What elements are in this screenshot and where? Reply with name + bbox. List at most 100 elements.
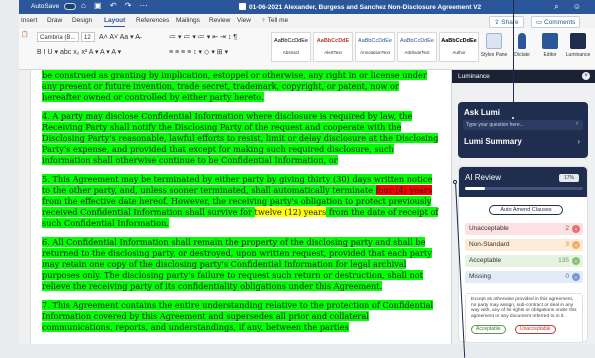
highlight-yellow: twelve (12) years xyxy=(254,207,327,217)
style-attributetext[interactable]: AaBbCcDdEe AttributeText xyxy=(397,32,437,62)
titlebar-right-icons[interactable]: ⌕ ☺ xyxy=(554,2,587,12)
font-tools-row1[interactable]: A˄ A˅ Aa ▾ A̶ xyxy=(99,33,140,41)
lumi-summary-button[interactable]: Lumi Summary xyxy=(464,137,522,146)
document-icon xyxy=(239,3,246,10)
ai-review-header: AI Review 17% xyxy=(459,167,587,197)
panel-title: Luminance xyxy=(458,73,490,80)
style-abstract[interactable]: AaBbCcDdEe Abstract xyxy=(271,32,311,62)
document-title-text: 01-06-2021 Alexander, Burgess and Sanche… xyxy=(249,4,482,11)
style-alerttext[interactable]: AaBbCcDdE AlertText xyxy=(313,32,353,62)
ask-lumi-card: Ask Lumi Type your question here... › Lu… xyxy=(458,102,588,158)
unacceptable-row[interactable]: Unacceptable 2 ⌄ xyxy=(465,223,583,235)
tab-references[interactable]: References xyxy=(136,17,169,24)
style-name: AttributeText xyxy=(404,50,430,55)
document-area[interactable]: be construed as granting by implication,… xyxy=(19,70,451,344)
tab-draw[interactable]: Draw xyxy=(47,17,62,24)
editor-label: Editor xyxy=(543,52,557,58)
font-format-row[interactable]: B I U ▾ abc x₂ x² A ▾ A ▾ A ▾ xyxy=(37,48,121,56)
ai-review-percent: 17% xyxy=(559,174,579,182)
luminance-label: Luminance xyxy=(565,52,591,58)
row-count: 0 xyxy=(565,273,569,280)
comments-button[interactable]: ▭ Comments xyxy=(531,16,581,28)
document-text[interactable]: be construed as granting by implication,… xyxy=(42,70,440,341)
highlight-green: 4. A party may disclose Confidential Inf… xyxy=(42,111,439,165)
ask-lumi-title: Ask Lumi xyxy=(464,108,501,117)
luminance-icon xyxy=(570,33,586,49)
tab-mailings[interactable]: Mailings xyxy=(176,17,200,24)
styles-pane-label: Styles Pane xyxy=(480,52,508,58)
chevron-down-icon[interactable]: ⌄ xyxy=(572,225,580,233)
ai-review-progress-fill xyxy=(465,187,486,190)
ribbon-tabs: Insert Draw Design Layout References Mai… xyxy=(19,14,595,28)
close-icon[interactable]: × xyxy=(582,72,590,80)
paragraph-3-tail[interactable]: be construed as granting by implication,… xyxy=(42,70,440,103)
paragraph-row1[interactable]: ≔ ▾ ≔ ▾ ≔ ▾ ⇤ ⇥ ↕ ¶ xyxy=(169,33,237,41)
document-title: 01-06-2021 Alexander, Burgess and Sanche… xyxy=(239,3,481,11)
paragraph-4[interactable]: 4. A party may disclose Confidential Inf… xyxy=(42,111,440,166)
font-name-select[interactable]: Cambria (B... xyxy=(37,32,79,42)
callout-line-top xyxy=(513,0,514,118)
dictate-label: Dictate xyxy=(514,52,530,58)
clause-card: Except as otherwise provided in this agr… xyxy=(465,293,583,343)
unacceptable-button[interactable]: Unacceptable xyxy=(515,325,556,334)
editor-button[interactable]: Editor xyxy=(535,33,565,58)
highlight-green: 5. This Agreement may be terminated by e… xyxy=(42,174,433,195)
tab-insert[interactable]: Insert xyxy=(21,17,37,24)
tab-design[interactable]: Design xyxy=(72,17,92,24)
style-sample: AaBbCcDdEe xyxy=(274,38,308,44)
ask-lumi-input[interactable]: Type your question here... xyxy=(463,120,583,130)
row-label: Unacceptable xyxy=(469,225,509,232)
missing-row[interactable]: Missing 0 ⌄ xyxy=(465,271,583,283)
editor-icon xyxy=(542,33,558,49)
font-size-select[interactable]: 12 xyxy=(81,32,95,42)
style-name: Abstract xyxy=(282,50,300,55)
word-window: AutoSave ⌂ ▣ ↶ ↷ ⋯ 01-06-2021 Alexander,… xyxy=(19,0,595,344)
tell-me[interactable]: ♀ Tell me xyxy=(261,17,288,24)
style-name: Author xyxy=(452,50,466,55)
tab-layout[interactable]: Layout xyxy=(104,17,126,27)
tell-me-label: Tell me xyxy=(267,17,289,24)
dictate-button[interactable]: Dictate xyxy=(507,33,537,58)
send-chevron-icon[interactable]: › xyxy=(576,121,578,127)
tab-view[interactable]: View xyxy=(237,17,251,24)
paste-icon[interactable]: 📋 xyxy=(21,31,28,38)
style-annotationtext[interactable]: AaBbCcDdEe AnnotationText xyxy=(355,32,395,62)
chevron-right-icon[interactable]: › xyxy=(577,137,580,146)
callout-dot-bottom xyxy=(453,180,457,184)
paragraph-row2[interactable]: ≡ ≡ ≡ ≡ ↕ ▾ ◇ ▾ ⊞ ▾ xyxy=(169,48,228,56)
paragraph-7[interactable]: 7. This Agreement contains the entire un… xyxy=(42,300,440,333)
lightbulb-icon: ♀ xyxy=(261,17,268,24)
style-name: AlertText xyxy=(324,50,342,55)
share-label: Share xyxy=(501,19,519,26)
row-count: 135 xyxy=(558,257,569,264)
acceptable-button[interactable]: Acceptable xyxy=(471,325,506,334)
ai-review-progress xyxy=(465,187,583,190)
row-label: Non-Standard xyxy=(469,241,510,248)
styles-pane-button[interactable]: Styles Pane xyxy=(479,33,509,58)
chevron-down-icon[interactable]: ⌄ xyxy=(572,241,580,249)
non-standard-row[interactable]: Non-Standard 3 ⌄ xyxy=(465,239,583,251)
acceptable-row[interactable]: Acceptable 135 ⌄ xyxy=(465,255,583,267)
row-count: 3 xyxy=(565,241,569,248)
highlight-green: 7. This Agreement contains the entire un… xyxy=(42,300,434,332)
ribbon: 📋 Cambria (B... 12 A˄ A˅ Aa ▾ A̶ B I U ▾… xyxy=(19,28,595,70)
style-name: AnnotationText xyxy=(360,50,390,55)
tab-review[interactable]: Review xyxy=(209,17,230,24)
chevron-down-icon[interactable]: ⌄ xyxy=(572,257,580,265)
paragraph-5[interactable]: 5. This Agreement may be terminated by e… xyxy=(42,174,440,229)
quick-access-toolbar[interactable]: ⌂ ▣ ↶ ↷ ⋯ xyxy=(81,1,151,10)
title-bar: AutoSave ⌂ ▣ ↶ ↷ ⋯ 01-06-2021 Alexander,… xyxy=(19,0,595,14)
paragraph-6[interactable]: 6. All Confidential Information shall re… xyxy=(42,237,440,292)
style-sample: AaBbCcDdE xyxy=(316,38,350,44)
callout-dot-top xyxy=(511,116,515,120)
vertical-ruler xyxy=(19,70,31,344)
style-author[interactable]: AaBbCcDdEe Author xyxy=(439,32,479,62)
autosave-toggle[interactable] xyxy=(64,3,76,10)
luminance-button[interactable]: Luminance xyxy=(563,33,593,58)
share-button[interactable]: ⇪ Share xyxy=(489,16,524,28)
auto-amend-button[interactable]: Auto Amend Clauses xyxy=(489,205,563,215)
style-sample: AaBbCcDdEe xyxy=(441,38,477,44)
row-label: Missing xyxy=(469,273,492,280)
panel-header: Luminance × xyxy=(452,70,595,83)
chevron-down-icon[interactable]: ⌄ xyxy=(572,273,580,281)
